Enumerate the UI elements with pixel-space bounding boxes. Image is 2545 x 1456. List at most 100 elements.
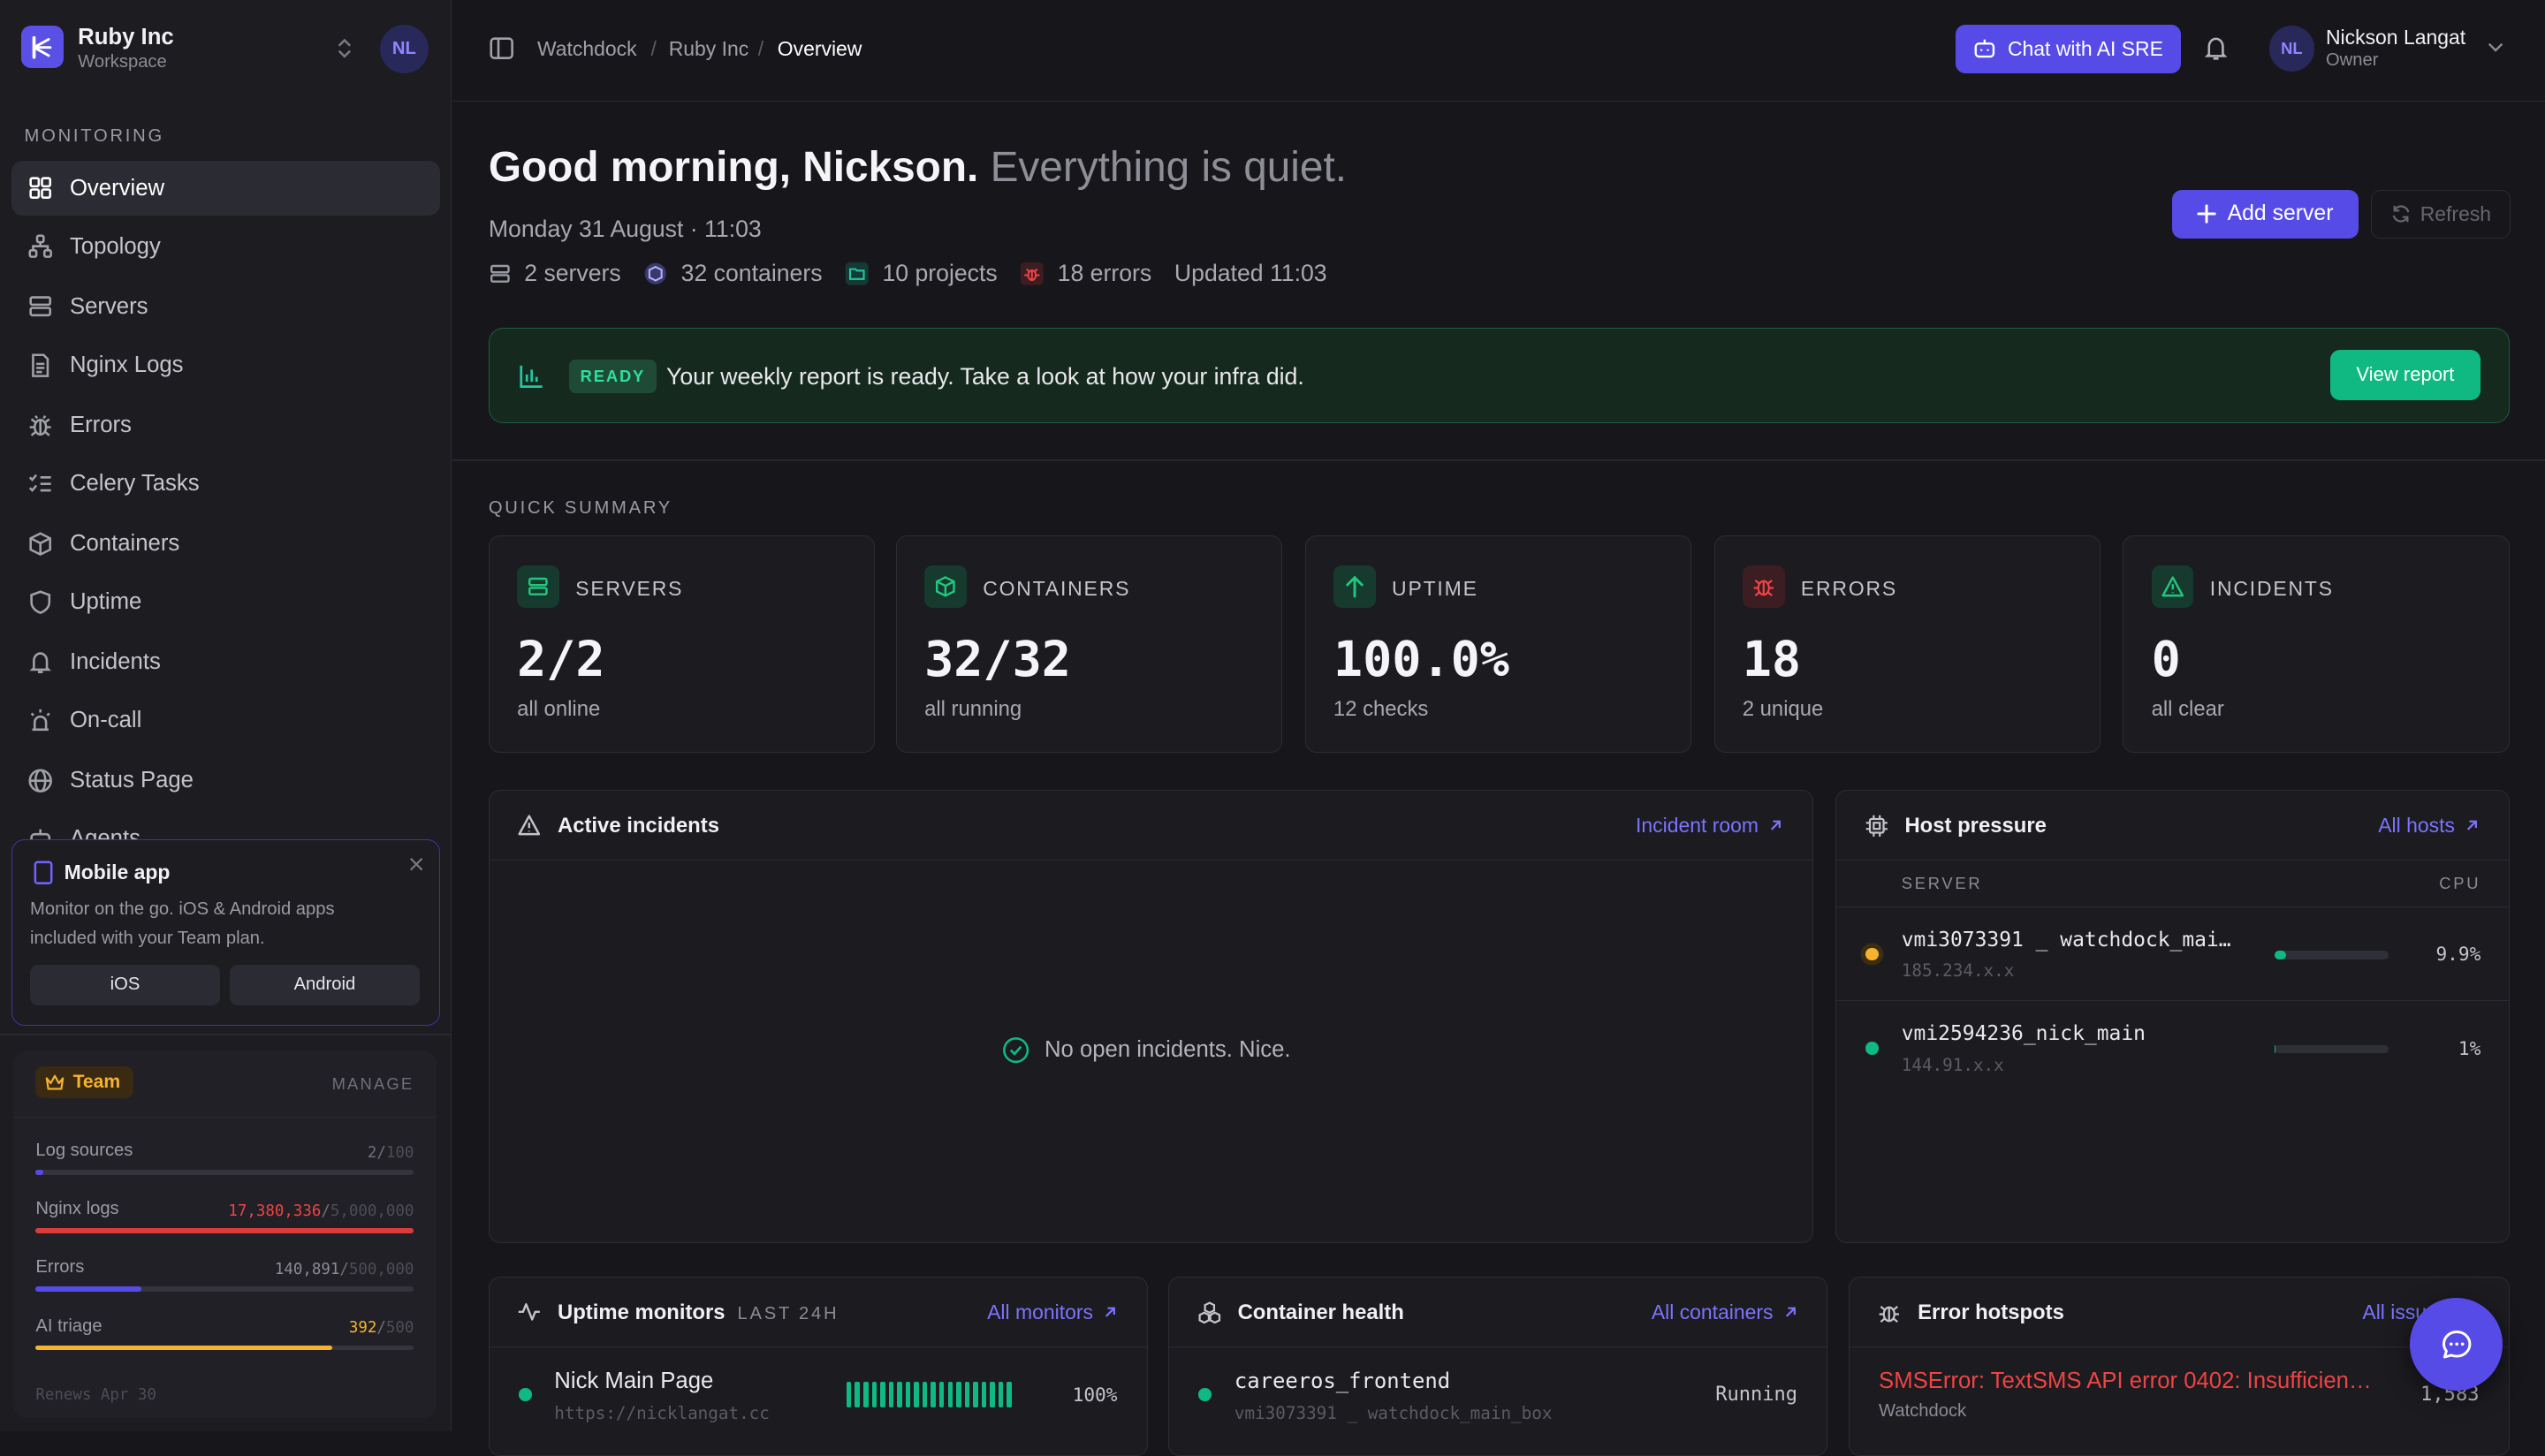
sidebar-item-topology[interactable]: Topology xyxy=(11,219,440,274)
monitor-name[interactable]: Nick Main Page xyxy=(554,1369,713,1394)
summary-card-incidents[interactable]: INCIDENTS 0 all clear xyxy=(2123,535,2510,754)
summary-card-uptime[interactable]: UPTIME 100.0% 12 checks xyxy=(1304,535,1691,754)
view-report-button[interactable]: View report xyxy=(2329,349,2481,400)
all-hosts-link[interactable]: All hosts xyxy=(2378,814,2479,838)
host-row[interactable]: vmi2594236_nick_main 144.91.x.x 1% xyxy=(1836,1000,2509,1096)
sidebar-item-errors[interactable]: Errors xyxy=(11,398,440,452)
sidebar-item-overview[interactable]: Overview xyxy=(11,160,440,216)
manage-link[interactable]: MANAGE xyxy=(332,1074,414,1094)
card-subtitle: all running xyxy=(924,696,1022,721)
sidebar-item-containers[interactable]: Containers xyxy=(11,516,440,571)
sidebar-item-nginx-logs[interactable]: Nginx Logs xyxy=(11,337,440,392)
usage-limit: 500,000 xyxy=(348,1261,414,1279)
card-subtitle: 2 unique xyxy=(1742,696,1824,721)
error-hotspots-panel: Error hotspots All issues SMSError: Text… xyxy=(1849,1277,2510,1456)
column-header-cpu: CPU xyxy=(2439,874,2481,893)
all-monitors-link[interactable]: All monitors xyxy=(987,1301,1117,1324)
refresh-label: Refresh xyxy=(2420,201,2492,225)
uptime-tick xyxy=(863,1382,869,1408)
sidebar-item-label: Errors xyxy=(69,412,132,437)
incident-room-link[interactable]: Incident room xyxy=(1636,814,1783,838)
uptime-tick xyxy=(855,1382,860,1408)
workspace-avatar[interactable]: NL xyxy=(379,24,429,73)
workspace-name[interactable]: Ruby Inc xyxy=(78,25,174,50)
workspace-logo[interactable] xyxy=(20,26,64,69)
breadcrumb-watchdock[interactable]: Watchdock xyxy=(537,37,637,61)
uptime-tick xyxy=(1007,1382,1012,1408)
uptime-tick xyxy=(880,1382,885,1408)
alert-triangle-icon xyxy=(518,815,541,836)
sidebar-toggle-icon[interactable] xyxy=(489,35,514,61)
sidebar-item-uptime[interactable]: Uptime xyxy=(11,574,440,629)
summary-card-errors[interactable]: ERRORS 18 2 unique xyxy=(1713,535,2101,754)
panel-title: Active incidents xyxy=(557,814,719,838)
cpu-bar xyxy=(2275,1044,2389,1054)
card-title: SERVERS xyxy=(575,577,684,601)
card-value: 18 xyxy=(1742,630,1802,687)
alert-triangle-icon xyxy=(2151,565,2194,608)
host-ip: 144.91.x.x xyxy=(1901,1055,2004,1075)
sidebar-item-servers[interactable]: Servers xyxy=(11,279,440,334)
incident-room-label: Incident room xyxy=(1636,814,1759,838)
chevrons-up-down-icon[interactable] xyxy=(333,35,356,61)
error-project: Watchdock xyxy=(1879,1401,1967,1422)
folder-icon xyxy=(846,262,869,285)
watchdock-logo-icon xyxy=(32,35,52,59)
section-divider xyxy=(452,459,2545,461)
arrow-up-right-icon xyxy=(1105,1307,1115,1318)
container-host: vmi3073391 _ watchdock_main_box xyxy=(1234,1402,1553,1423)
host-pressure-panel: Host pressure All hosts SERVER CPU vmi30… xyxy=(1835,790,2510,1243)
card-title: ERRORS xyxy=(1800,577,1898,601)
sidebar-divider xyxy=(0,1033,452,1035)
summary-card-containers[interactable]: CONTAINERS 32/32 all running xyxy=(895,535,1282,754)
chat-widget-button[interactable] xyxy=(2410,1298,2503,1392)
siren-icon xyxy=(30,709,50,731)
user-avatar[interactable]: NL xyxy=(2268,26,2315,72)
sidebar: Ruby Inc Workspace NL MONITORING Overvie… xyxy=(0,0,452,1431)
uptime-monitors-panel: Uptime monitors LAST 24H All monitors Ni… xyxy=(488,1277,1148,1456)
grid-icon xyxy=(29,177,52,200)
sidebar-item-agents[interactable]: Agents xyxy=(11,811,440,839)
top-bar xyxy=(452,0,2545,102)
globe-icon xyxy=(28,769,53,792)
error-message[interactable]: SMSError: TextSMS API error 0402: Insuff… xyxy=(1879,1369,2372,1394)
sidebar-item-incidents[interactable]: Incidents xyxy=(11,634,440,689)
sidebar-item-on-call[interactable]: On-call xyxy=(11,693,440,747)
sidebar-item-status-page[interactable]: Status Page xyxy=(11,753,440,808)
container-name[interactable]: careeros_frontend xyxy=(1235,1369,1450,1393)
server-icon xyxy=(517,565,559,608)
usage-bar xyxy=(35,1345,414,1351)
file-text-icon xyxy=(32,353,49,377)
team-badge-label: Team xyxy=(72,1072,121,1093)
refresh-button[interactable]: Refresh xyxy=(2371,189,2511,239)
all-containers-link[interactable]: All containers xyxy=(1652,1301,1797,1324)
cpu-bar xyxy=(2275,951,2389,959)
stat-errors: 18 errors xyxy=(1020,260,1151,287)
close-icon[interactable] xyxy=(408,856,424,872)
bar-chart-icon xyxy=(520,365,543,388)
arrow-up-icon xyxy=(1333,565,1376,608)
mobile-app-title: Mobile app xyxy=(64,861,171,884)
android-button[interactable]: Android xyxy=(229,964,420,1005)
page-title: Good morning, Nickson. Everything is qui… xyxy=(489,143,1347,192)
uptime-tick xyxy=(938,1382,945,1408)
usage-label: Log sources xyxy=(35,1141,133,1161)
notifications-bell-icon[interactable] xyxy=(2202,34,2230,62)
weekly-report-banner: READY Your weekly report is ready. Take … xyxy=(488,328,2510,424)
cpu-icon xyxy=(1865,815,1888,837)
chevron-down-icon[interactable] xyxy=(2487,41,2504,54)
usage-bar-fill xyxy=(35,1228,414,1233)
chat-ai-sre-button[interactable]: Chat with AI SRE xyxy=(1956,24,2182,73)
sidebar-item-celery-tasks[interactable]: Celery Tasks xyxy=(11,456,440,511)
bot-icon xyxy=(1974,39,1995,58)
bug-icon xyxy=(1742,565,1785,608)
ios-button[interactable]: iOS xyxy=(30,964,220,1005)
breadcrumb-workspace[interactable]: Ruby Inc xyxy=(669,37,749,61)
summary-card-servers[interactable]: SERVERS 2/2 all online xyxy=(488,535,875,754)
add-server-button[interactable]: Add server xyxy=(2171,189,2359,239)
host-row[interactable]: vmi3073391 _ watchdock_mai… 185.234.x.x … xyxy=(1836,906,2509,1002)
box-icon xyxy=(645,262,667,284)
uptime-tick xyxy=(897,1382,902,1408)
user-name[interactable]: Nickson Langat xyxy=(2326,26,2465,49)
card-value: 0 xyxy=(2151,630,2181,687)
